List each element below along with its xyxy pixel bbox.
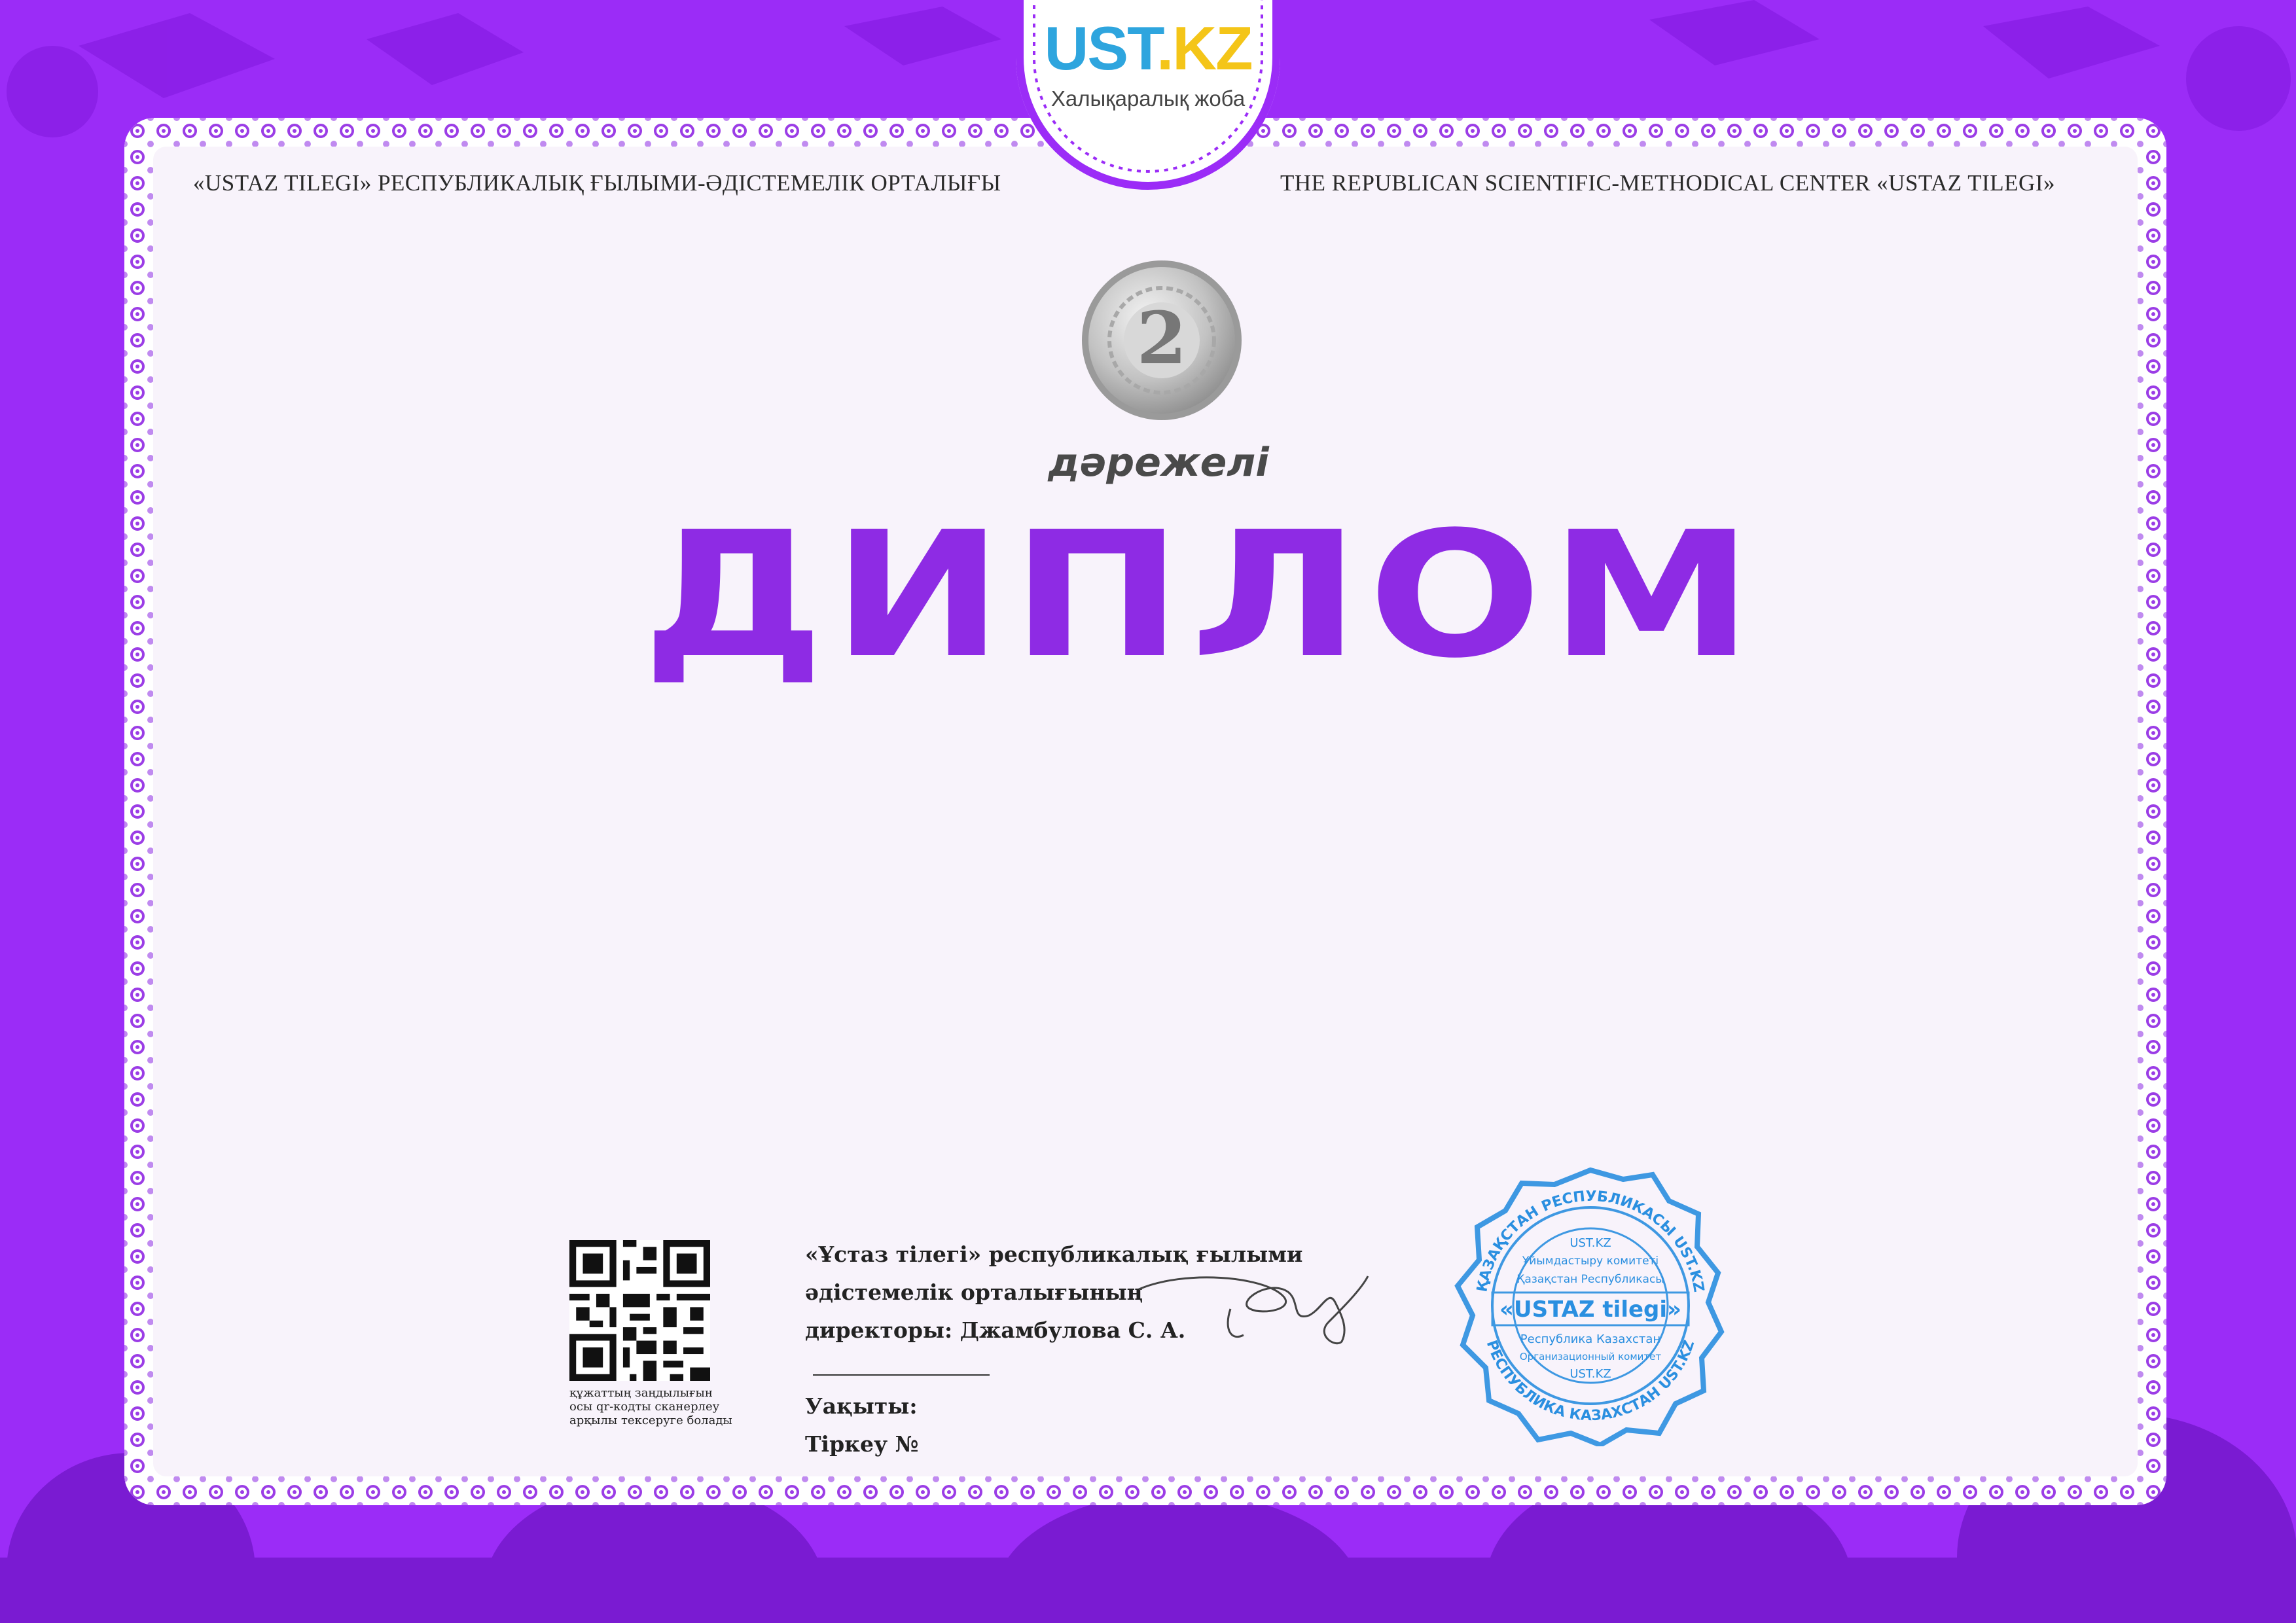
ust-kz-logo: UST.KZ Халықаралық жоба [1016,0,1280,190]
header-kazakh: «USTAZ TILEGI» РЕСПУБЛИКАЛЫҚ ҒЫЛЫМИ-ӘДІС… [193,170,1001,196]
stamp-line-5: Организационный комитет [1520,1351,1662,1363]
signature-underline [813,1355,990,1376]
official-stamp: ҚАЗАҚСТАН РЕСПУБЛИКАСЫ UST.KZ РЕСПУБЛИКА… [1454,1167,1725,1446]
header-english: THE REPUBLICAN SCIENTIFIC-METHODICAL CEN… [1280,170,2055,196]
silver-medal-icon: 2 [1082,260,1242,420]
stamp-line-4: Республика Казахстан [1520,1332,1660,1346]
stamp-line-2: Ұйымдастыру комитеті [1522,1255,1659,1268]
medal-number: 2 [1137,296,1187,380]
diploma-degree: дәрежелі [1048,440,1269,486]
handwritten-signature [1138,1275,1369,1345]
time-label: Уақыты: [805,1393,918,1419]
logo-subtitle: Халықаралық жоба [1050,86,1246,111]
stamp-line-6: UST.KZ [1570,1367,1611,1381]
logo-brand: UST.KZ [1044,14,1253,82]
diploma-title: ДИПЛОМ [642,495,1761,696]
registration-label: Тіркеу № [805,1431,919,1457]
stamp-center: «USTAZ tilegi» [1499,1296,1681,1323]
qr-caption: құжаттың заңдылығын осы qr-кодты сканерл… [569,1386,732,1427]
qr-code-icon [569,1240,710,1381]
stamp-line-1: UST.KZ [1570,1236,1611,1250]
stamp-line-3: Қазақстан Республикасы [1516,1273,1664,1286]
